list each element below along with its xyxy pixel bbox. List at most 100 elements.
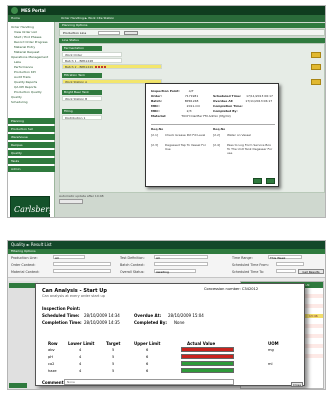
actual-value-bar[interactable] bbox=[181, 354, 234, 359]
sidebar-section[interactable]: Quality bbox=[8, 150, 55, 156]
sidebar-item[interactable]: Production Quality bbox=[14, 90, 42, 94]
sidebar-item[interactable]: Scheduling bbox=[11, 100, 28, 104]
group-header[interactable]: Bright Beer Tank bbox=[62, 90, 102, 95]
column-header: Lower Limit bbox=[68, 341, 95, 346]
table-cell: 13:46 bbox=[309, 314, 318, 318]
lower-limit: 4 bbox=[79, 362, 82, 366]
sidebar-item[interactable]: Quality Reports bbox=[14, 80, 37, 84]
field-value: 17/11/2013 06:17 bbox=[246, 94, 273, 98]
batch-context-input[interactable] bbox=[154, 262, 208, 266]
field-value: TUCH Clarifier FM Admin (Mg/ml) bbox=[181, 114, 231, 118]
get-results-button[interactable]: Get Results bbox=[298, 269, 324, 274]
scheduled-time-label: Scheduled Time: bbox=[42, 313, 80, 318]
list-item[interactable]: Batch 1 - BPR1248 bbox=[62, 58, 122, 63]
inspection-dialog: Inspection Point: A/T Order: 7171981 Bat… bbox=[145, 83, 279, 187]
time-range-select[interactable]: This Week bbox=[268, 255, 302, 260]
add-button[interactable] bbox=[311, 79, 321, 85]
sidebar-item[interactable]: Material Request bbox=[14, 50, 39, 54]
add-button[interactable] bbox=[311, 64, 321, 70]
req-text: Water on Vessel bbox=[227, 133, 251, 137]
field-value: BPR1248 bbox=[184, 99, 199, 103]
ok-button[interactable] bbox=[253, 178, 262, 184]
comment-label: Comment: bbox=[42, 380, 66, 385]
group-header[interactable]: Filling bbox=[62, 109, 102, 114]
home-link[interactable]: Home bbox=[11, 16, 20, 20]
actual-value-bar[interactable] bbox=[181, 347, 234, 352]
req-text: Pass to Log Form Service Box To The Unit… bbox=[227, 143, 273, 155]
field-label: Overdue At: bbox=[213, 99, 234, 103]
filter-button[interactable] bbox=[124, 31, 138, 35]
column-header: UOM bbox=[268, 341, 279, 346]
time-range-value: This Week bbox=[270, 256, 286, 260]
left-panel-header bbox=[9, 283, 35, 288]
sidebar-section[interactable]: Planning bbox=[8, 118, 55, 124]
sidebar-item[interactable]: Labs bbox=[14, 60, 21, 64]
production-line-select[interactable]: All bbox=[53, 255, 85, 260]
scheduled-to-input[interactable] bbox=[276, 269, 296, 273]
order-context-input[interactable] bbox=[53, 262, 111, 266]
scheduled-from-input[interactable] bbox=[276, 262, 304, 266]
sidebar: Order Handling View Order List Start / E… bbox=[8, 22, 55, 217]
result-list-screenshot: Quality ► Result List Filtering Options … bbox=[7, 240, 326, 390]
filter-select[interactable] bbox=[98, 31, 120, 35]
group-header[interactable]: Filtration Tank bbox=[62, 73, 102, 78]
list-item[interactable]: Work Order bbox=[62, 52, 122, 57]
material-context-input[interactable] bbox=[53, 269, 111, 273]
actual-value-bar[interactable] bbox=[181, 361, 234, 366]
upper-limit: 6 bbox=[146, 369, 149, 373]
completion-time-label: Completion Time: bbox=[42, 320, 82, 325]
left-panel bbox=[8, 281, 38, 389]
list-item[interactable]: Work Station B bbox=[62, 96, 102, 101]
sidebar-item[interactable]: Start / End Phases bbox=[14, 35, 41, 39]
add-button[interactable] bbox=[311, 52, 321, 58]
close-button[interactable]: Close bbox=[291, 382, 303, 387]
sidebar-section[interactable]: Recipes bbox=[8, 142, 55, 148]
sidebar-item[interactable]: Quality bbox=[11, 95, 22, 99]
sidebar-item[interactable]: Audit Trails bbox=[14, 75, 31, 79]
comment-field[interactable]: None bbox=[64, 379, 234, 385]
req-number: [2.2] bbox=[213, 133, 221, 137]
overall-status-select[interactable]: Awaiting bbox=[154, 269, 196, 274]
inspection-point-label: Inspection Point: bbox=[42, 306, 81, 311]
sidebar-item[interactable]: Performance bbox=[14, 65, 33, 69]
sidebar-item[interactable]: Production KPI bbox=[14, 70, 36, 74]
cancel-button[interactable] bbox=[266, 178, 275, 184]
left-panel-button[interactable] bbox=[9, 383, 27, 388]
column-header: Req.No bbox=[213, 127, 226, 131]
sidebar-item[interactable]: QA KPI Reports bbox=[14, 85, 37, 89]
uom: mg bbox=[268, 348, 274, 352]
actual-value-bar[interactable] bbox=[181, 368, 234, 373]
column-header: Target bbox=[106, 341, 121, 346]
column-header: Actual Value bbox=[187, 341, 216, 346]
app-header: MES Portal bbox=[8, 6, 325, 15]
sidebar-section[interactable]: Admin bbox=[8, 166, 55, 172]
footer-button[interactable] bbox=[59, 199, 83, 204]
field-label: Material: bbox=[151, 114, 167, 118]
list-item[interactable]: Distribution 1 bbox=[62, 115, 102, 120]
req-number: [2.3] bbox=[151, 143, 159, 147]
sidebar-item[interactable]: View Order List bbox=[14, 30, 37, 34]
sidebar-section[interactable]: Tasks bbox=[8, 158, 55, 164]
concession-number: Concession number: C342012 bbox=[204, 287, 258, 291]
sidebar-section[interactable]: Production Set bbox=[8, 126, 55, 132]
logo-icon bbox=[11, 7, 18, 14]
status-dots bbox=[94, 65, 107, 69]
sidebar-item[interactable]: Order Handling bbox=[11, 25, 34, 29]
req-number: [2.1] bbox=[151, 133, 159, 137]
group-header[interactable]: Fermentation bbox=[62, 46, 102, 51]
list-item-highlighted[interactable]: Batch 2 - BPR1249 bbox=[62, 64, 162, 69]
brand-logo: Carlsberg bbox=[10, 196, 54, 217]
page-title: Quality ► Result List bbox=[8, 241, 325, 249]
sidebar-item[interactable]: Operations Management bbox=[11, 55, 48, 59]
row-name: pH bbox=[48, 355, 53, 359]
field-label: Batch: bbox=[151, 99, 162, 103]
production-line-label: Production Line: bbox=[11, 256, 38, 260]
sidebar-item[interactable]: Record Order Progress bbox=[14, 40, 48, 44]
filter-label: Production Line bbox=[63, 31, 87, 35]
sidebar-item[interactable]: Material Entry bbox=[14, 45, 35, 49]
breadcrumb: Order Handling ► Work Cite Station bbox=[61, 16, 115, 20]
field-value: A/T bbox=[188, 89, 194, 93]
sidebar-section[interactable]: Warehouse bbox=[8, 134, 55, 140]
test-definition-select[interactable]: All bbox=[154, 255, 208, 260]
completed-by-value: None bbox=[174, 320, 185, 325]
